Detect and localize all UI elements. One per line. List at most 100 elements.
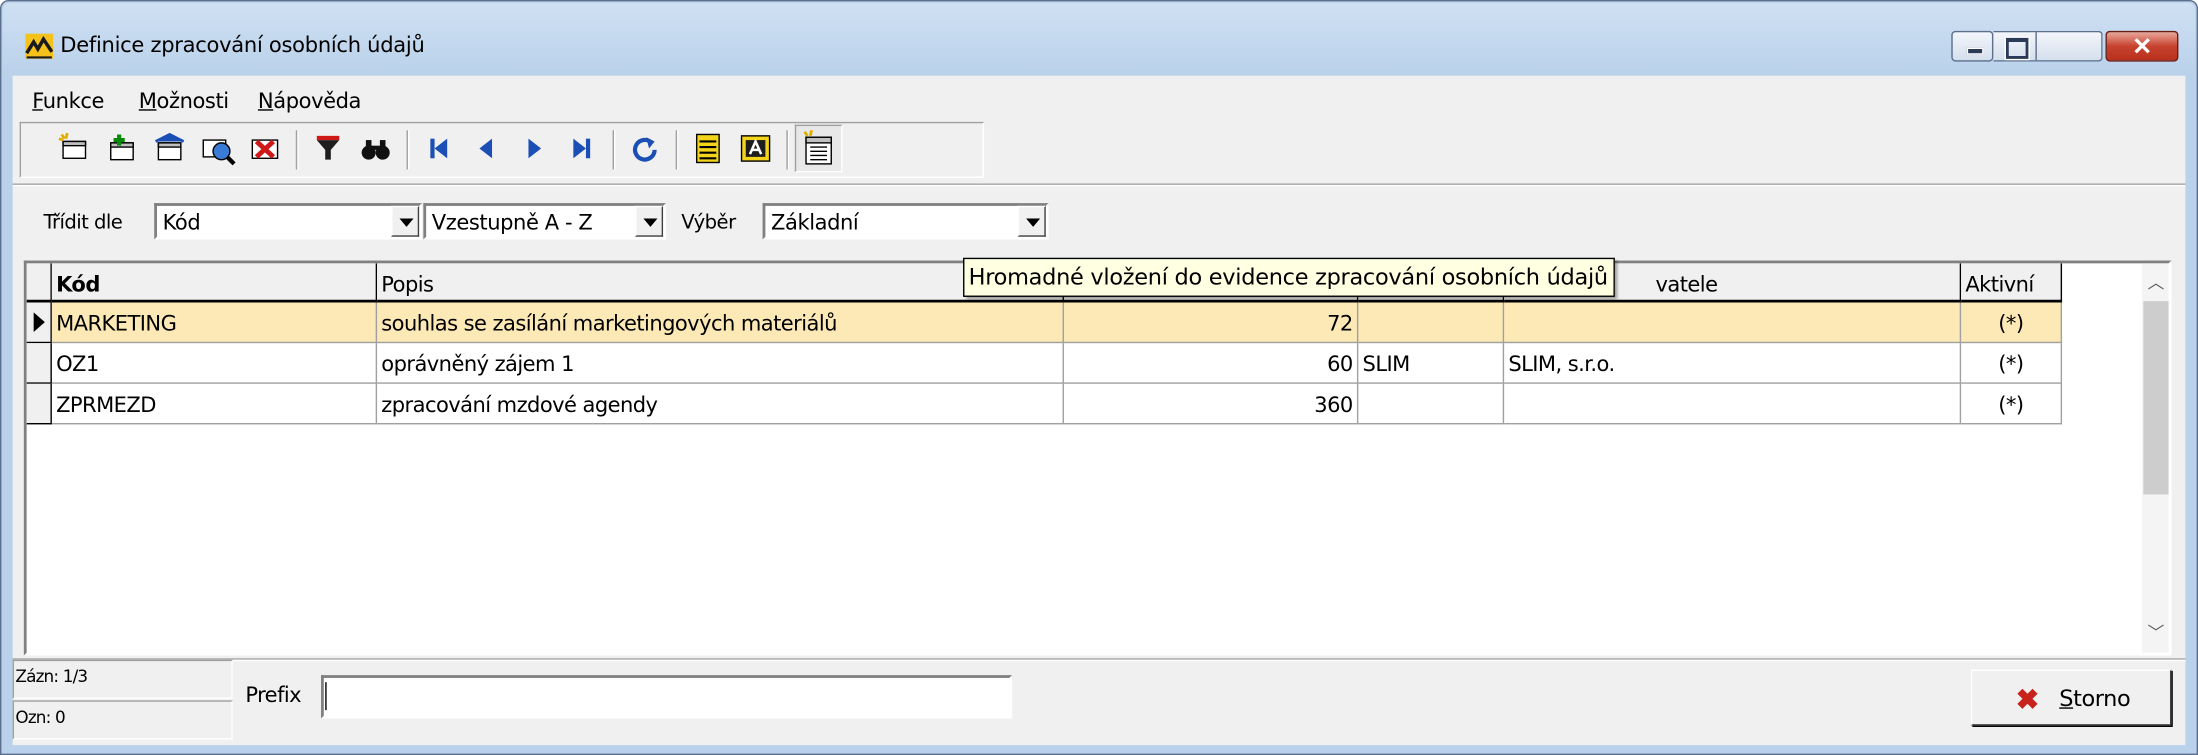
maximize-button[interactable]: [1993, 30, 2103, 62]
new-record-button[interactable]: [55, 129, 94, 168]
storno-accel-key: S: [2059, 684, 2074, 712]
maximize-icon: [2005, 37, 2029, 59]
menu-napoveda[interactable]: Nápověda: [257, 88, 362, 114]
row-indicator[interactable]: [26, 383, 52, 425]
cell-aktivni[interactable]: (*): [1961, 302, 2063, 344]
toolbar-separator: [406, 130, 410, 170]
table-row[interactable]: MARKETING souhlas se zasílání marketingo…: [51, 302, 2063, 344]
sort-field-value: Kód: [162, 210, 201, 236]
cell-kod[interactable]: OZ1: [51, 343, 378, 384]
marked-counter: Ozn: 0: [12, 700, 233, 740]
first-record-button[interactable]: [419, 129, 458, 168]
cell-number[interactable]: 72: [1063, 302, 1359, 344]
next-record-button[interactable]: [514, 129, 553, 168]
sort-field-select[interactable]: Kód: [154, 203, 422, 240]
toolbar-separator: [675, 130, 679, 170]
cell-col5[interactable]: SLIM, s.r.o.: [1504, 343, 1962, 384]
sort-order-select[interactable]: Vzestupně A - Z: [423, 203, 666, 240]
selection-select[interactable]: Základní: [762, 203, 1049, 240]
add-icon: [110, 134, 134, 161]
separator-line: [12, 658, 2186, 662]
next-record-icon: [528, 138, 542, 159]
table-row[interactable]: ZPRMEZD zpracování mzdové agendy 360 (*): [51, 383, 2063, 425]
cell-aktivni[interactable]: (*): [1961, 343, 2063, 384]
cell-kod[interactable]: ZPRMEZD: [51, 383, 378, 425]
cell-popis[interactable]: oprávněný zájem 1: [377, 343, 1064, 384]
delete-button[interactable]: [245, 129, 284, 168]
menu-label: ápověda: [273, 88, 362, 114]
previous-record-icon: [479, 138, 493, 159]
cell-col4[interactable]: SLIM: [1358, 343, 1505, 384]
cell-col5[interactable]: [1504, 302, 1962, 344]
menu-label: ožnosti: [156, 88, 230, 114]
chevron-down-icon[interactable]: [391, 205, 420, 237]
cell-aktivni[interactable]: (*): [1961, 383, 2063, 425]
bulk-insert-button[interactable]: [794, 124, 843, 173]
view-icon: [202, 139, 236, 166]
vertical-scrollbar[interactable]: ︿ ﹀: [2141, 263, 2169, 653]
sort-order-value: Vzestupně A - Z: [431, 210, 593, 236]
toolbar-separator: [612, 130, 616, 170]
app-window: Definice zpracování osobních údajů ✕ Fun…: [0, 0, 2198, 755]
view-button[interactable]: [198, 129, 237, 168]
table-row[interactable]: OZ1 oprávněný zájem 1 60 SLIM SLIM, s.r.…: [51, 343, 2063, 384]
list-view-button[interactable]: [688, 129, 727, 168]
edit-icon: [154, 132, 185, 161]
menu-accel-key: F: [32, 88, 43, 114]
previous-record-button[interactable]: [467, 129, 506, 168]
cell-kod[interactable]: MARKETING: [51, 302, 378, 344]
row-indicator[interactable]: [26, 343, 52, 384]
sort-label: Třídit dle: [43, 211, 123, 234]
find-button[interactable]: [356, 129, 395, 168]
scroll-down-icon[interactable]: ﹀: [2148, 625, 2165, 642]
prefix-label: Prefix: [245, 682, 302, 708]
minimize-button[interactable]: [1951, 30, 1994, 62]
window-title: Definice zpracování osobních údajů: [60, 32, 425, 58]
menu-accel-key: M: [138, 88, 157, 114]
menu-accel-key: N: [257, 88, 274, 114]
chevron-down-icon[interactable]: [1017, 205, 1046, 237]
selection-label: Výběr: [681, 211, 736, 234]
cell-col4[interactable]: [1358, 383, 1505, 425]
window-frame: Definice zpracování osobních údajů ✕ Fun…: [0, 0, 2198, 755]
filter-icon: [316, 135, 340, 160]
filter-button[interactable]: [308, 129, 347, 168]
column-header-kod[interactable]: Kód: [51, 263, 378, 303]
cell-col4[interactable]: [1358, 302, 1505, 344]
close-button[interactable]: ✕: [2105, 30, 2179, 62]
row-indicator[interactable]: [26, 302, 52, 344]
scrollbar-thumb[interactable]: [2143, 301, 2169, 495]
text-caret: [325, 682, 327, 711]
cancel-icon: ✖: [2015, 684, 2040, 716]
cell-popis[interactable]: zpracování mzdové agendy: [377, 383, 1064, 425]
storno-button[interactable]: ✖ Storno: [1970, 669, 2172, 726]
menu-bar: Funkce Možnosti Nápověda: [13, 76, 2186, 121]
add-button[interactable]: [102, 129, 141, 168]
column-header-aktivni[interactable]: Aktivní: [1961, 263, 2063, 303]
last-record-icon: [573, 138, 591, 159]
text-view-button[interactable]: [736, 129, 775, 168]
storno-label: Storno: [2059, 685, 2130, 712]
menu-funkce[interactable]: Funkce: [32, 88, 104, 113]
cell-number[interactable]: 60: [1063, 343, 1359, 384]
menu-moznosti[interactable]: Možnosti: [139, 88, 229, 113]
toolbar: [19, 121, 985, 178]
records-grid: Kód Popis vatele Aktivní MARKETING souhl…: [23, 260, 2172, 656]
title-bar[interactable]: Definice zpracování osobních údajů ✕: [2, 2, 2196, 76]
scroll-up-icon[interactable]: ︿: [2148, 275, 2165, 292]
delete-icon: [251, 139, 279, 159]
new-record-icon: [58, 132, 87, 159]
chevron-down-icon[interactable]: [635, 205, 664, 237]
toolbar-separator: [295, 130, 299, 170]
bulk-insert-icon: [803, 129, 832, 165]
last-record-button[interactable]: [562, 129, 601, 168]
cell-number[interactable]: 360: [1063, 383, 1359, 425]
prefix-input[interactable]: [321, 675, 1013, 719]
cell-popis[interactable]: souhlas se zasílání marketingových mater…: [377, 302, 1064, 344]
cell-col5[interactable]: [1504, 383, 1962, 425]
refresh-button[interactable]: [625, 129, 664, 168]
edit-button[interactable]: [150, 129, 189, 168]
separator-line: [12, 183, 2186, 187]
column-header-popis[interactable]: Popis: [377, 263, 1064, 303]
text-view-icon: [740, 135, 771, 162]
